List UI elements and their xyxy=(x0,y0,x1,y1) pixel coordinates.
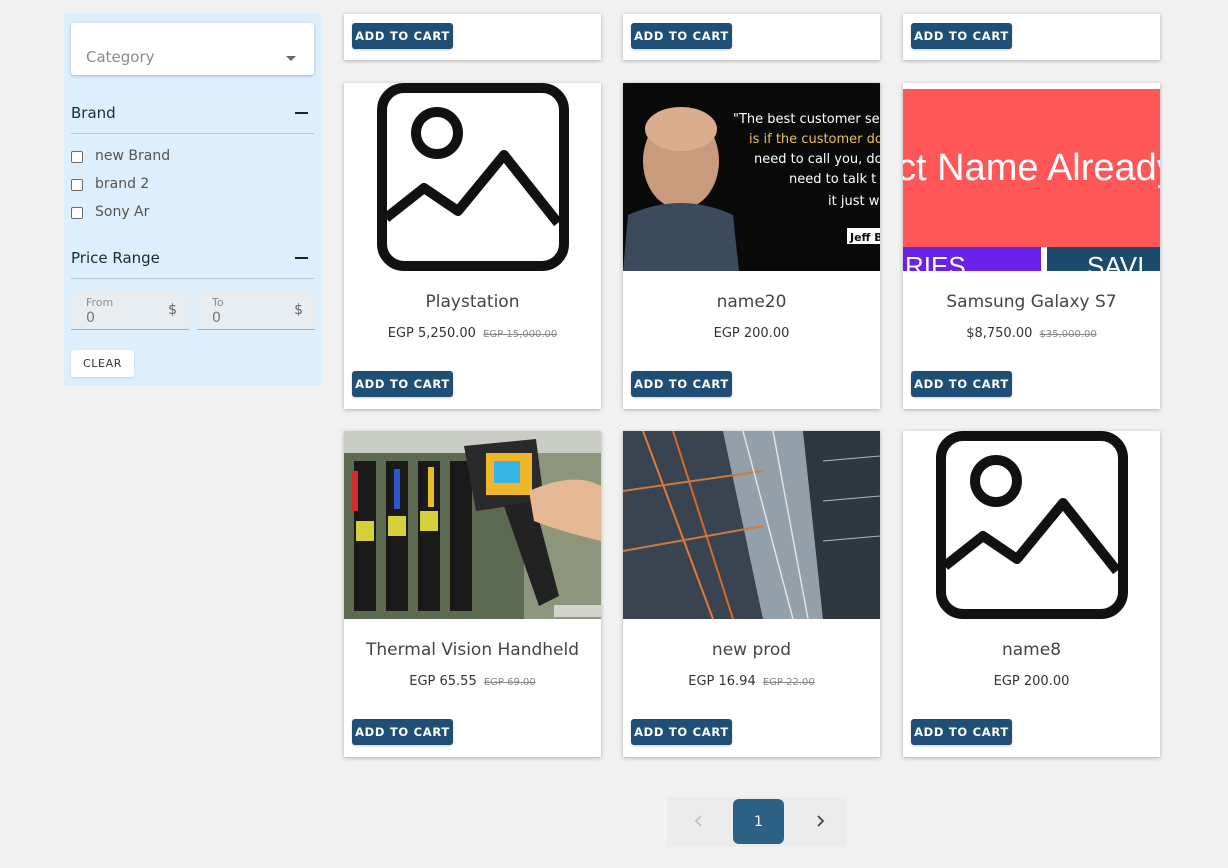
quote-line: it just wo xyxy=(828,194,880,209)
price-range-title: Price Range xyxy=(71,249,160,267)
price-to-value[interactable]: 0 xyxy=(212,310,221,326)
pagination: 1 xyxy=(667,797,847,847)
add-to-cart-button[interactable]: ADD TO CART xyxy=(352,371,453,397)
chevron-right-icon[interactable] xyxy=(812,813,828,829)
product-card-partial: ADD TO CART xyxy=(903,14,1160,60)
product-card[interactable]: Thermal Vision Handheld EGP 65.55 EGP 69… xyxy=(344,431,601,757)
quote-line: is if the customer do xyxy=(749,132,880,147)
product-price: $8,750.00 $35,000.00 xyxy=(903,326,1160,341)
current-price: EGP 200.00 xyxy=(993,674,1070,689)
product-price: EGP 65.55 EGP 69.00 xyxy=(344,674,601,689)
add-to-cart-button[interactable]: ADD TO CART xyxy=(631,371,732,397)
brand-section-header[interactable]: Brand xyxy=(71,104,314,134)
quote-author: Jeff B xyxy=(849,231,880,244)
add-to-cart-button[interactable]: ADD TO CART xyxy=(631,719,732,745)
current-price: EGP 16.94 xyxy=(688,674,756,689)
quote-line: need to talk t xyxy=(789,172,876,187)
price-section-header[interactable]: Price Range xyxy=(71,249,314,279)
clear-filters-button[interactable]: CLEAR xyxy=(71,350,134,377)
product-card[interactable]: Playstation EGP 5,250.00 EGP 15,000.00 A… xyxy=(344,83,601,409)
old-price: $35,000.00 xyxy=(1039,329,1097,340)
price-from-field[interactable]: From 0 $ xyxy=(71,291,189,330)
image-placeholder-icon xyxy=(377,83,569,271)
product-name[interactable]: name20 xyxy=(623,292,880,312)
add-to-cart-button[interactable]: ADD TO CART xyxy=(352,719,453,745)
thermal-camera-photo xyxy=(344,431,601,619)
product-price: EGP 200.00 xyxy=(903,674,1160,689)
add-to-cart-button[interactable]: ADD TO CART xyxy=(911,719,1012,745)
add-to-cart-button[interactable]: ADD TO CART xyxy=(911,23,1012,49)
chevron-down-icon[interactable] xyxy=(286,56,296,61)
product-price: EGP 5,250.00 EGP 15,000.00 xyxy=(344,326,601,341)
building-photo xyxy=(623,431,880,619)
product-image[interactable] xyxy=(903,431,1160,619)
jeff-quote-photo: "The best customer se is if the customer… xyxy=(623,83,880,271)
product-name[interactable]: name8 xyxy=(903,640,1160,660)
product-card[interactable]: ct Name Already RIES SAVI Samsung Galaxy… xyxy=(903,83,1160,409)
add-to-cart-button[interactable]: ADD TO CART xyxy=(631,23,732,49)
banner-text: RIES xyxy=(905,251,966,271)
product-name[interactable]: new prod xyxy=(623,640,880,660)
checkbox[interactable] xyxy=(71,151,83,163)
chevron-left-icon[interactable] xyxy=(691,813,707,829)
current-price: EGP 65.55 xyxy=(409,674,477,689)
product-card-partial: ADD TO CART xyxy=(344,14,601,60)
price-from-label: From xyxy=(86,296,114,309)
product-image[interactable]: ct Name Already RIES SAVI xyxy=(903,83,1160,271)
banner-photo: ct Name Already RIES SAVI xyxy=(903,83,1160,271)
add-to-cart-button[interactable]: ADD TO CART xyxy=(352,23,453,49)
old-price: EGP 15,000.00 xyxy=(483,329,558,340)
quote-line: need to call you, do xyxy=(754,152,880,167)
product-price: EGP 200.00 xyxy=(623,326,880,341)
filter-sidebar: Category Brand new Brand brand 2 Sony Ar… xyxy=(64,14,322,385)
old-price: EGP 22.00 xyxy=(762,677,815,688)
currency-symbol: $ xyxy=(294,302,303,318)
brand-title: Brand xyxy=(71,104,116,122)
brand-option-label: new Brand xyxy=(95,148,171,164)
banner-text: SAVI xyxy=(1087,251,1144,271)
collapse-minus-icon[interactable] xyxy=(295,257,308,259)
current-price: EGP 5,250.00 xyxy=(387,326,476,341)
current-price: EGP 200.00 xyxy=(713,326,790,341)
product-image[interactable] xyxy=(344,83,601,271)
product-card[interactable]: new prod EGP 16.94 EGP 22.00 ADD TO CART xyxy=(623,431,880,757)
image-placeholder-icon xyxy=(936,431,1128,619)
checkbox[interactable] xyxy=(71,179,83,191)
product-card-partial: ADD TO CART xyxy=(623,14,880,60)
product-name[interactable]: Samsung Galaxy S7 xyxy=(903,292,1160,312)
quote-line: "The best customer se xyxy=(733,112,880,127)
currency-symbol: $ xyxy=(168,302,177,318)
product-price: EGP 16.94 EGP 22.00 xyxy=(623,674,880,689)
brand-option-label: brand 2 xyxy=(95,176,150,192)
category-select[interactable]: Category xyxy=(71,23,314,75)
price-to-label: To xyxy=(212,296,224,309)
current-price: $8,750.00 xyxy=(966,326,1033,341)
page-1-button[interactable]: 1 xyxy=(733,799,784,844)
old-price: EGP 69.00 xyxy=(483,677,536,688)
checkbox[interactable] xyxy=(71,207,83,219)
add-to-cart-button[interactable]: ADD TO CART xyxy=(911,371,1012,397)
product-card[interactable]: name8 EGP 200.00 ADD TO CART xyxy=(903,431,1160,757)
product-image[interactable]: "The best customer se is if the customer… xyxy=(623,83,880,271)
product-card[interactable]: "The best customer se is if the customer… xyxy=(623,83,880,409)
product-image[interactable] xyxy=(623,431,880,619)
brand-option-label: Sony Ar xyxy=(95,204,150,220)
product-name[interactable]: Thermal Vision Handheld xyxy=(344,640,601,660)
category-placeholder: Category xyxy=(86,48,155,66)
product-name[interactable]: Playstation xyxy=(344,292,601,312)
price-from-value[interactable]: 0 xyxy=(86,310,95,326)
collapse-minus-icon[interactable] xyxy=(295,112,308,114)
product-image[interactable] xyxy=(344,431,601,619)
banner-text: ct Name Already xyxy=(903,147,1160,189)
price-to-field[interactable]: To 0 $ xyxy=(197,291,315,330)
